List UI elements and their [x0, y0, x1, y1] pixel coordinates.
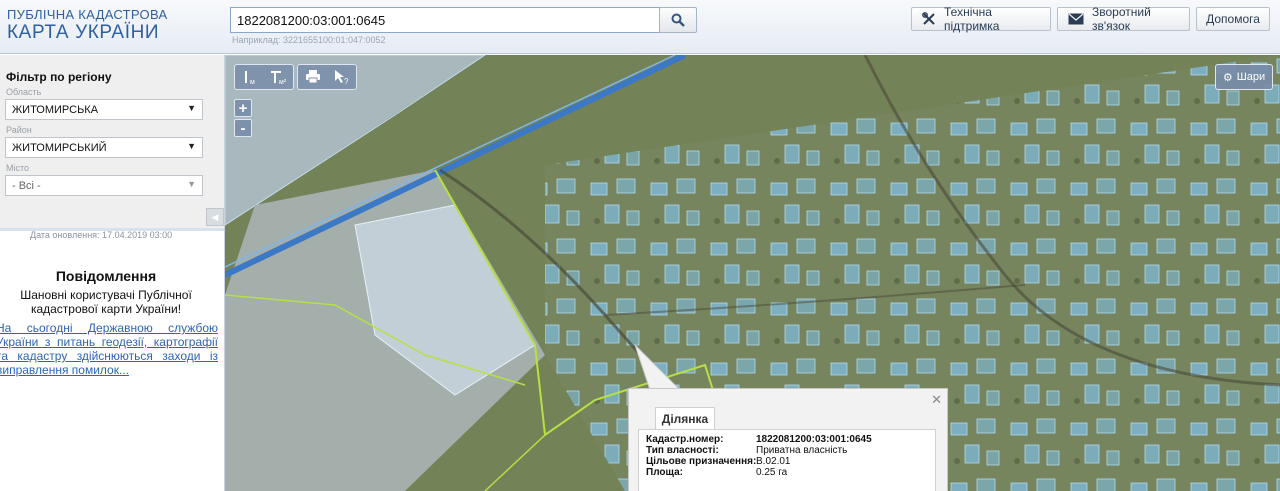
- help-button[interactable]: Допомога: [1196, 7, 1270, 31]
- region-label: Область: [6, 87, 42, 97]
- info-row-ownership: Тип власності: Приватна власність: [646, 445, 847, 456]
- info-row-area: Площа: 0.25 га: [646, 467, 787, 478]
- parcel-popup: ✕ Ділянка Кадастр.номер: 1822081200:03:00…: [628, 388, 948, 491]
- info-key: Тип власності:: [646, 445, 719, 456]
- info-pointer-icon[interactable]: ?: [327, 69, 355, 85]
- svg-text:м: м: [250, 79, 255, 85]
- zoom-out-button[interactable]: -: [234, 119, 252, 137]
- layers-button[interactable]: ⚙ Шари: [1215, 64, 1273, 90]
- info-value: 1822081200:03:001:0645: [756, 434, 872, 445]
- info-value: В.02.01: [756, 456, 791, 467]
- envelope-icon: [1068, 13, 1084, 25]
- region-select[interactable]: ЖИТОМИРСЬКА ▼: [5, 99, 203, 120]
- chevron-left-icon: ◀: [211, 211, 219, 222]
- measure-toolgroup: м м²: [234, 64, 294, 90]
- info-key: Цільове призначення:: [646, 456, 757, 467]
- zoom-in-button[interactable]: +: [234, 99, 252, 117]
- region-select-value: ЖИТОМИРСЬКА: [12, 104, 99, 116]
- notice-link[interactable]: На сьогодні Державною службою України з …: [0, 321, 218, 377]
- city-select-value: - Всі -: [12, 180, 41, 192]
- svg-text:м²: м²: [279, 79, 287, 85]
- parcel-info: Кадастр.номер: 1822081200:03:001:0645 Тип…: [638, 429, 936, 491]
- chevron-down-icon: ▼: [187, 141, 196, 151]
- search-example-hint: Наприклад: 3221655100:01:047:0052: [232, 35, 386, 45]
- svg-text:?: ?: [344, 77, 349, 85]
- collapse-sidebar-button[interactable]: ◀: [206, 208, 224, 226]
- measure-length-icon[interactable]: м: [236, 69, 264, 85]
- region-filter: Фільтр по регіону Область ЖИТОМИРСЬКА ▼ …: [0, 55, 224, 228]
- layers-label: Шари: [1236, 71, 1266, 83]
- gear-icon: ⚙: [1222, 71, 1233, 84]
- support-label: Технічна підтримка: [944, 5, 1000, 33]
- info-row-cadastral-number: Кадастр.номер: 1822081200:03:001:0645: [646, 434, 872, 445]
- district-label: Район: [6, 125, 32, 135]
- print-icon[interactable]: [299, 70, 327, 84]
- support-button[interactable]: Технічна підтримка: [911, 5, 1051, 33]
- logo-line1: ПУБЛІЧНА КАДАСТРОВА: [7, 7, 168, 22]
- chevron-down-icon: ▼: [187, 103, 196, 113]
- tab-parcel[interactable]: Ділянка: [655, 407, 715, 430]
- header: ПУБЛІЧНА КАДАСТРОВА КАРТА УКРАЇНИ Наприк…: [0, 0, 1280, 54]
- filter-title: Фільтр по регіону: [6, 70, 112, 84]
- update-date: Дата оновлення: 17.04.2019 03:00: [30, 230, 173, 240]
- info-key: Кадастр.номер:: [646, 434, 724, 445]
- close-icon[interactable]: ✕: [931, 392, 942, 408]
- feedback-button[interactable]: Зворотний зв'язок: [1057, 5, 1190, 33]
- city-select[interactable]: - Всі - ▼: [5, 175, 203, 196]
- tools-icon: [922, 12, 936, 26]
- notice-subtitle: Шановні користувачі Публічної кадастрово…: [20, 288, 192, 316]
- sidebar: Фільтр по регіону Область ЖИТОМИРСЬКА ▼ …: [0, 55, 225, 491]
- feedback-label: Зворотний зв'язок: [1092, 5, 1151, 33]
- help-label: Допомога: [1206, 12, 1260, 26]
- chevron-down-icon: ▼: [187, 179, 196, 189]
- info-key: Площа:: [646, 467, 683, 478]
- notice-title: Повідомлення: [55, 268, 157, 284]
- info-value: 0.25 га: [756, 467, 788, 478]
- search-button[interactable]: [659, 7, 697, 33]
- measure-area-icon[interactable]: м²: [264, 69, 292, 85]
- logo[interactable]: ПУБЛІЧНА КАДАСТРОВА КАРТА УКРАЇНИ: [7, 8, 167, 44]
- map-view[interactable]: м м² ? + - ⚙ Шари ✕ Ділянка Кадастр.номе…: [225, 55, 1280, 491]
- search-icon: [671, 13, 685, 27]
- logo-line2: КАРТА УКРАЇНИ: [7, 22, 160, 43]
- search-bar: Наприклад: 3221655100:01:047:0052: [230, 7, 697, 45]
- info-row-purpose: Цільове призначення:В.02.01: [646, 456, 790, 467]
- print-info-toolgroup: ?: [297, 64, 357, 90]
- info-value: Приватна власність: [756, 445, 848, 456]
- district-select[interactable]: ЖИТОМИРСЬКИЙ ▼: [5, 137, 203, 158]
- city-label: Місто: [6, 163, 30, 173]
- district-select-value: ЖИТОМИРСЬКИЙ: [12, 142, 107, 154]
- popup-pointer: [635, 345, 680, 390]
- search-input[interactable]: [230, 7, 660, 33]
